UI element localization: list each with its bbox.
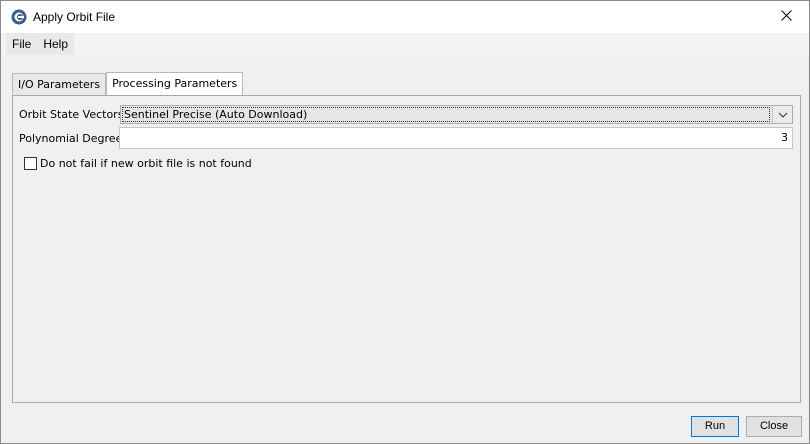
run-button[interactable]: Run: [691, 416, 739, 437]
close-window-button[interactable]: [763, 1, 809, 32]
do-not-fail-label: Do not fail if new orbit file is not fou…: [40, 157, 252, 170]
chevron-down-icon: [778, 108, 788, 121]
close-icon: [780, 9, 792, 24]
tab-io-parameters[interactable]: I/O Parameters: [12, 73, 107, 95]
processing-parameters-panel: Orbit State Vectors: Sentinel Precise (A…: [12, 95, 801, 403]
do-not-fail-checkbox[interactable]: [24, 157, 37, 170]
menu-help[interactable]: Help: [37, 33, 74, 55]
polynomial-degree-field[interactable]: 3: [119, 127, 793, 149]
orbit-state-vectors-select[interactable]: Sentinel Precise (Auto Download): [120, 105, 793, 124]
menu-bar: File Help: [1, 33, 809, 55]
close-button[interactable]: Close: [746, 416, 802, 437]
tab-strip: I/O Parameters Processing Parameters: [12, 72, 244, 95]
dropdown-button[interactable]: [772, 106, 792, 123]
window-title: Apply Orbit File: [33, 10, 116, 24]
menu-file[interactable]: File: [6, 33, 37, 55]
polynomial-degree-label: Polynomial Degree:: [19, 132, 127, 145]
app-icon: [11, 9, 27, 25]
apply-orbit-file-window: Apply Orbit File File Help I/O Parameter…: [0, 0, 810, 444]
orbit-state-vectors-label: Orbit State Vectors:: [19, 108, 128, 121]
tab-processing-parameters[interactable]: Processing Parameters: [106, 72, 244, 95]
orbit-state-vectors-value: Sentinel Precise (Auto Download): [122, 107, 770, 122]
title-bar: Apply Orbit File: [1, 1, 809, 33]
